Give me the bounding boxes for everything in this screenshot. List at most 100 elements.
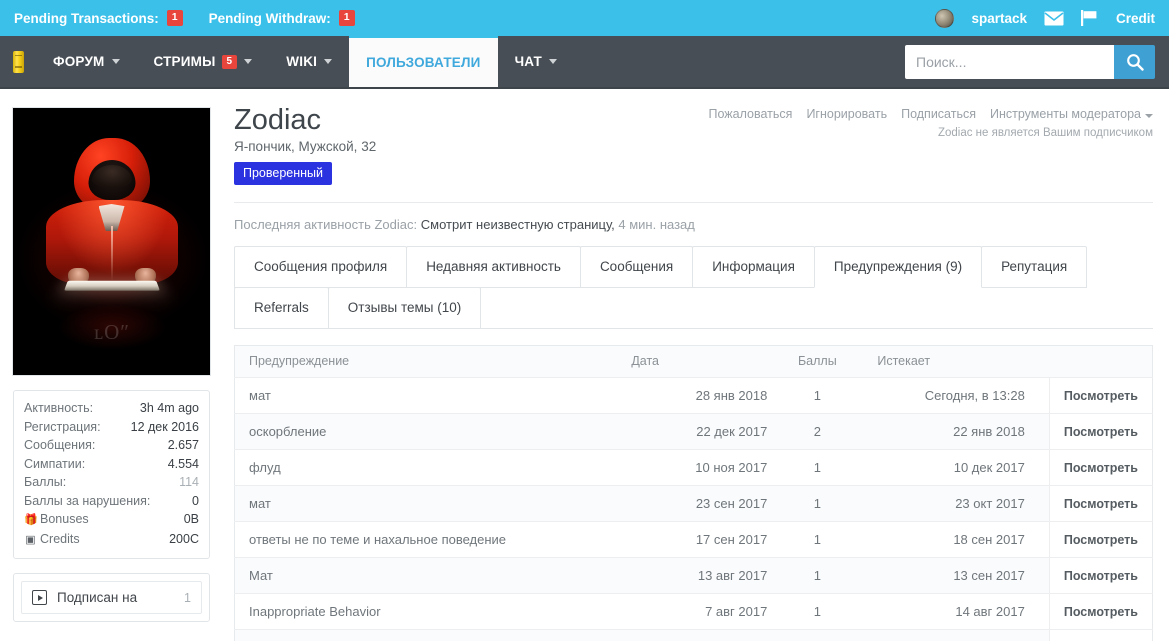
- user-stats-box: Активность: 3h 4m ago Регистрация: 12 де…: [13, 390, 210, 559]
- nav-item-label: WIKI: [286, 54, 318, 69]
- stat-label-text: Bonuses: [40, 512, 89, 526]
- view-warning-link[interactable]: Посмотреть: [1064, 605, 1138, 619]
- tab-reputation[interactable]: Репутация: [981, 246, 1088, 288]
- stat-value: 12 дек 2016: [130, 419, 199, 434]
- cell-points: 1: [781, 377, 854, 414]
- cell-points: 1: [781, 485, 854, 522]
- profile-subtitle: Я-пончик, Мужской, 32: [234, 139, 377, 154]
- tab-label: Информация: [712, 259, 795, 274]
- credit-card-icon: ▣: [25, 533, 36, 546]
- following-box: Подписан на 1: [13, 573, 210, 622]
- credit-link[interactable]: Credit: [1116, 11, 1155, 26]
- tab-label: Предупреждения (9): [833, 259, 963, 274]
- cell-warning: мат: [234, 485, 632, 522]
- profile-avatar-image[interactable]: ʟΟʺ: [13, 108, 210, 375]
- flag-icon[interactable]: [1080, 10, 1099, 26]
- stat-row: Регистрация: 12 дек 2016: [24, 418, 199, 437]
- profile-header: Zodiac Я-пончик, Мужской, 32 Проверенный…: [234, 103, 1153, 185]
- pending-withdraw-notice[interactable]: Pending Withdraw: 1: [209, 10, 355, 26]
- stat-row-bonuses[interactable]: 🎁 Bonuses 0B: [24, 510, 199, 530]
- table-row: оскорбление 22 дек 2017 2 22 янв 2018 По…: [234, 413, 1153, 450]
- envelope-icon[interactable]: [1044, 11, 1064, 26]
- nav-item-chat[interactable]: ЧАТ: [498, 36, 574, 87]
- pending-notices: Pending Transactions: 1 Pending Withdraw…: [14, 10, 355, 26]
- stat-value: 114: [179, 475, 199, 489]
- nav-item-label: ПОЛЬЗОВАТЕЛИ: [366, 55, 481, 70]
- stat-value: 3h 4m ago: [139, 401, 199, 415]
- search-button[interactable]: [1114, 44, 1155, 79]
- cell-expires: Сегодня, в 13:28: [853, 377, 1050, 414]
- column-header-warning: Предупреждение: [234, 345, 632, 378]
- tab-thread-reviews[interactable]: Отзывы темы (10): [327, 287, 482, 329]
- pending-transactions-label: Pending Transactions:: [14, 10, 159, 26]
- profile-tabs: Сообщения профиля Недавняя активность Со…: [234, 246, 1153, 329]
- pending-withdraw-badge: 1: [338, 10, 355, 26]
- stat-label: ▣ Credits: [24, 530, 79, 550]
- nav-item-streams[interactable]: СТРИМЫ 5: [137, 36, 270, 87]
- view-warning-link[interactable]: Посмотреть: [1064, 533, 1138, 547]
- cell-expires: 28 июл 2017: [853, 629, 1050, 641]
- nav-item-forum[interactable]: ФОРУМ: [36, 36, 137, 87]
- moderator-tools-link[interactable]: Инструменты модератора: [990, 107, 1153, 121]
- stat-row: Симпатии: 4.554: [24, 455, 199, 474]
- stat-row: Баллы: 114: [24, 473, 199, 492]
- search-input[interactable]: [905, 44, 1114, 79]
- cell-expires: 18 сен 2017: [853, 521, 1050, 558]
- pending-transactions-notice[interactable]: Pending Transactions: 1: [14, 10, 183, 26]
- search-area: [905, 44, 1155, 79]
- view-warning-link[interactable]: Посмотреть: [1064, 425, 1138, 439]
- tab-label: Недавняя активность: [426, 259, 561, 274]
- column-header-points: Баллы: [781, 345, 854, 378]
- stat-row: Баллы за нарушения: 0: [24, 492, 199, 511]
- stat-value: 200C: [169, 531, 199, 546]
- ignore-link[interactable]: Игнорировать: [806, 107, 887, 121]
- table-header-row: Предупреждение Дата Баллы Истекает: [234, 345, 1153, 378]
- table-row: Inappropriate Behavior 7 авг 2017 1 14 а…: [234, 593, 1153, 630]
- streams-badge: 5: [221, 54, 238, 69]
- table-row: мат 28 янв 2018 1 Сегодня, в 13:28 Посмо…: [234, 377, 1153, 414]
- tab-information[interactable]: Информация: [692, 246, 815, 288]
- cell-warning: ответы не по теме и нахальное поведение: [234, 521, 632, 558]
- page-body: ʟΟʺ Активность: 3h 4m ago Регистрация: 1…: [0, 89, 1169, 641]
- nav-item-wiki[interactable]: WIKI: [269, 36, 349, 87]
- view-warning-link[interactable]: Посмотреть: [1064, 497, 1138, 511]
- tab-referrals[interactable]: Referrals: [234, 287, 329, 329]
- cell-points: 1: [781, 629, 854, 641]
- cell-date: 22 дек 2017: [631, 413, 782, 450]
- chevron-down-icon: [244, 59, 253, 64]
- tab-messages[interactable]: Сообщения: [579, 246, 694, 288]
- avatar[interactable]: [935, 8, 955, 28]
- stat-row: Активность: 3h 4m ago: [24, 399, 199, 418]
- cell-warning: флуд: [234, 449, 632, 486]
- cell-warning: мат: [234, 377, 632, 414]
- view-warning-link[interactable]: Посмотреть: [1064, 389, 1138, 403]
- report-link[interactable]: Пожаловаться: [709, 107, 793, 121]
- nav-item-users[interactable]: ПОЛЬЗОВАТЕЛИ: [349, 36, 498, 87]
- cell-date: 28 янв 2018: [631, 377, 782, 414]
- tab-profile-posts[interactable]: Сообщения профиля: [234, 246, 408, 288]
- cell-warning: флуд: [234, 629, 632, 641]
- topbar-user-area: spartack Credit: [935, 0, 1155, 36]
- tab-label: Сообщения профиля: [254, 259, 388, 274]
- stat-value: 0: [192, 493, 199, 508]
- stat-label: Сообщения:: [24, 438, 96, 452]
- view-warning-link[interactable]: Посмотреть: [1064, 461, 1138, 475]
- follow-link[interactable]: Подписаться: [901, 107, 976, 121]
- cell-date: 27 июл 2017: [631, 629, 782, 641]
- tab-warnings[interactable]: Предупреждения (9): [813, 246, 983, 288]
- tab-recent-activity[interactable]: Недавняя активность: [406, 246, 581, 288]
- current-username[interactable]: spartack: [971, 11, 1027, 26]
- gift-icon: 🎁: [24, 514, 38, 526]
- stat-row-credits[interactable]: ▣ Credits 200C: [24, 530, 199, 550]
- cell-date: 17 сен 2017: [631, 521, 782, 558]
- last-activity-value: Смотрит неизвестную страницу,: [420, 217, 615, 232]
- table-row: флуд 10 ноя 2017 1 10 дек 2017 Посмотрет…: [234, 449, 1153, 486]
- main-navigation: ФОРУМ СТРИМЫ 5 WIKI ПОЛЬЗОВАТЕЛИ ЧАТ: [0, 36, 1169, 89]
- site-logo-icon[interactable]: [0, 36, 36, 87]
- cell-expires: 23 окт 2017: [853, 485, 1050, 522]
- tab-label: Сообщения: [599, 259, 674, 274]
- cell-action: Посмотреть: [1048, 521, 1153, 558]
- view-warning-link[interactable]: Посмотреть: [1064, 569, 1138, 583]
- column-header-expires: Истекает: [853, 345, 1050, 378]
- following-item[interactable]: Подписан на 1: [21, 581, 202, 614]
